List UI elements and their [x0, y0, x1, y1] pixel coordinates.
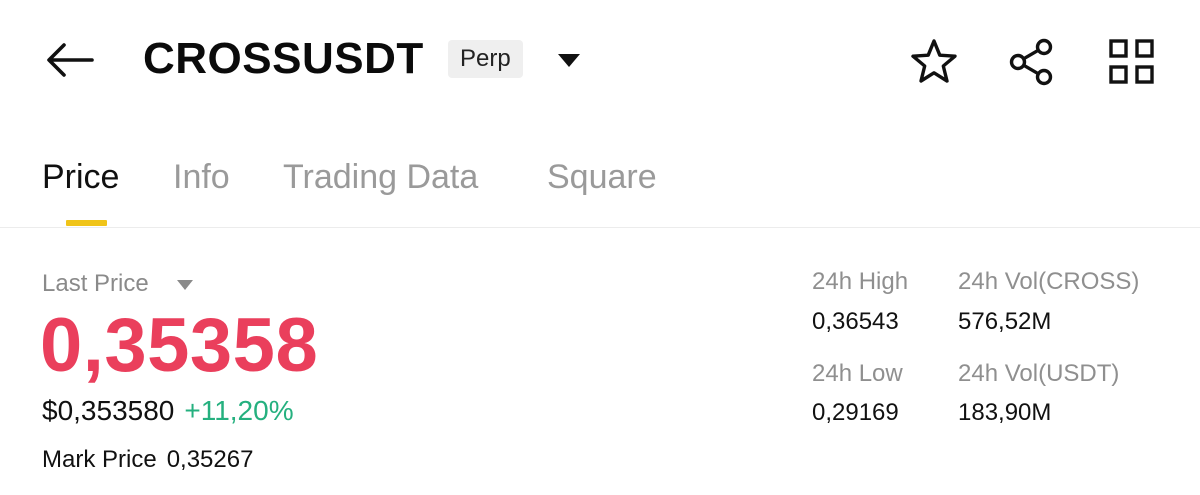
last-price-selector[interactable]: Last Price: [42, 270, 193, 300]
tab-trading-data[interactable]: Trading Data: [283, 158, 478, 197]
caret-down-icon[interactable]: [553, 46, 585, 74]
usd-price-line: $0,353580 +11,20%: [42, 395, 294, 427]
grid-icon[interactable]: [1106, 36, 1158, 88]
header: CROSSUSDT Perp: [0, 0, 1200, 120]
last-price-label: Last Price: [42, 270, 149, 297]
active-tab-indicator: [66, 220, 107, 226]
vol-usdt-value: 183,90M: [958, 399, 1052, 426]
perp-badge: Perp: [448, 40, 523, 78]
price-change-percent: +11,20%: [184, 395, 294, 426]
vol-cross-value: 576,52M: [958, 308, 1052, 335]
vol-cross-label: 24h Vol(CROSS): [958, 268, 1140, 295]
low-24h-label: 24h Low: [812, 360, 903, 387]
share-icon[interactable]: [1005, 36, 1057, 88]
symbol-title[interactable]: CROSSUSDT: [143, 34, 424, 84]
star-icon[interactable]: [908, 36, 960, 88]
tab-square[interactable]: Square: [547, 158, 657, 197]
low-24h-value: 0,29169: [812, 399, 899, 426]
high-24h-value: 0,36543: [812, 308, 899, 335]
usd-price: $0,353580: [42, 395, 175, 426]
tab-info[interactable]: Info: [173, 158, 230, 197]
vol-usdt-label: 24h Vol(USDT): [958, 360, 1120, 387]
back-arrow-icon[interactable]: [44, 40, 96, 80]
tab-price[interactable]: Price: [42, 158, 119, 197]
tab-bar: Price Info Trading Data Square: [0, 150, 1200, 228]
mark-price-line: Mark Price 0,35267: [42, 446, 253, 474]
mark-price-label: Mark Price: [42, 446, 157, 473]
tabs-divider: [0, 227, 1200, 228]
market-detail-page: CROSSUSDT Perp Price Info Trading Data S…: [0, 0, 1200, 495]
mark-price-value: 0,35267: [166, 446, 254, 473]
caret-down-icon: [177, 280, 193, 290]
high-24h-label: 24h High: [812, 268, 909, 295]
last-price-value: 0,35358: [40, 303, 319, 388]
